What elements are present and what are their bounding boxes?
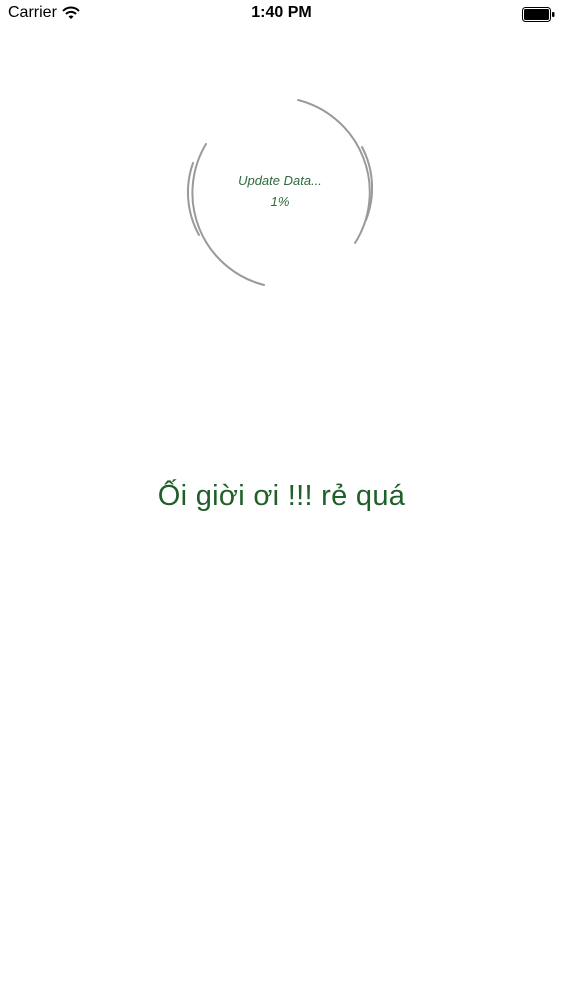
loading-percent: 1%: [270, 194, 290, 209]
status-time: 1:40 PM: [251, 4, 312, 21]
loading-ring-icon: [186, 99, 374, 286]
status-bar: Carrier 1:40 PM: [0, 0, 563, 30]
battery-icon: [522, 7, 555, 22]
tagline-text: Ối giời ơi !!! rẻ quá: [157, 480, 406, 512]
loading-indicator: Update Data... 1%: [180, 95, 380, 290]
loading-title: Update Data...: [238, 173, 322, 188]
